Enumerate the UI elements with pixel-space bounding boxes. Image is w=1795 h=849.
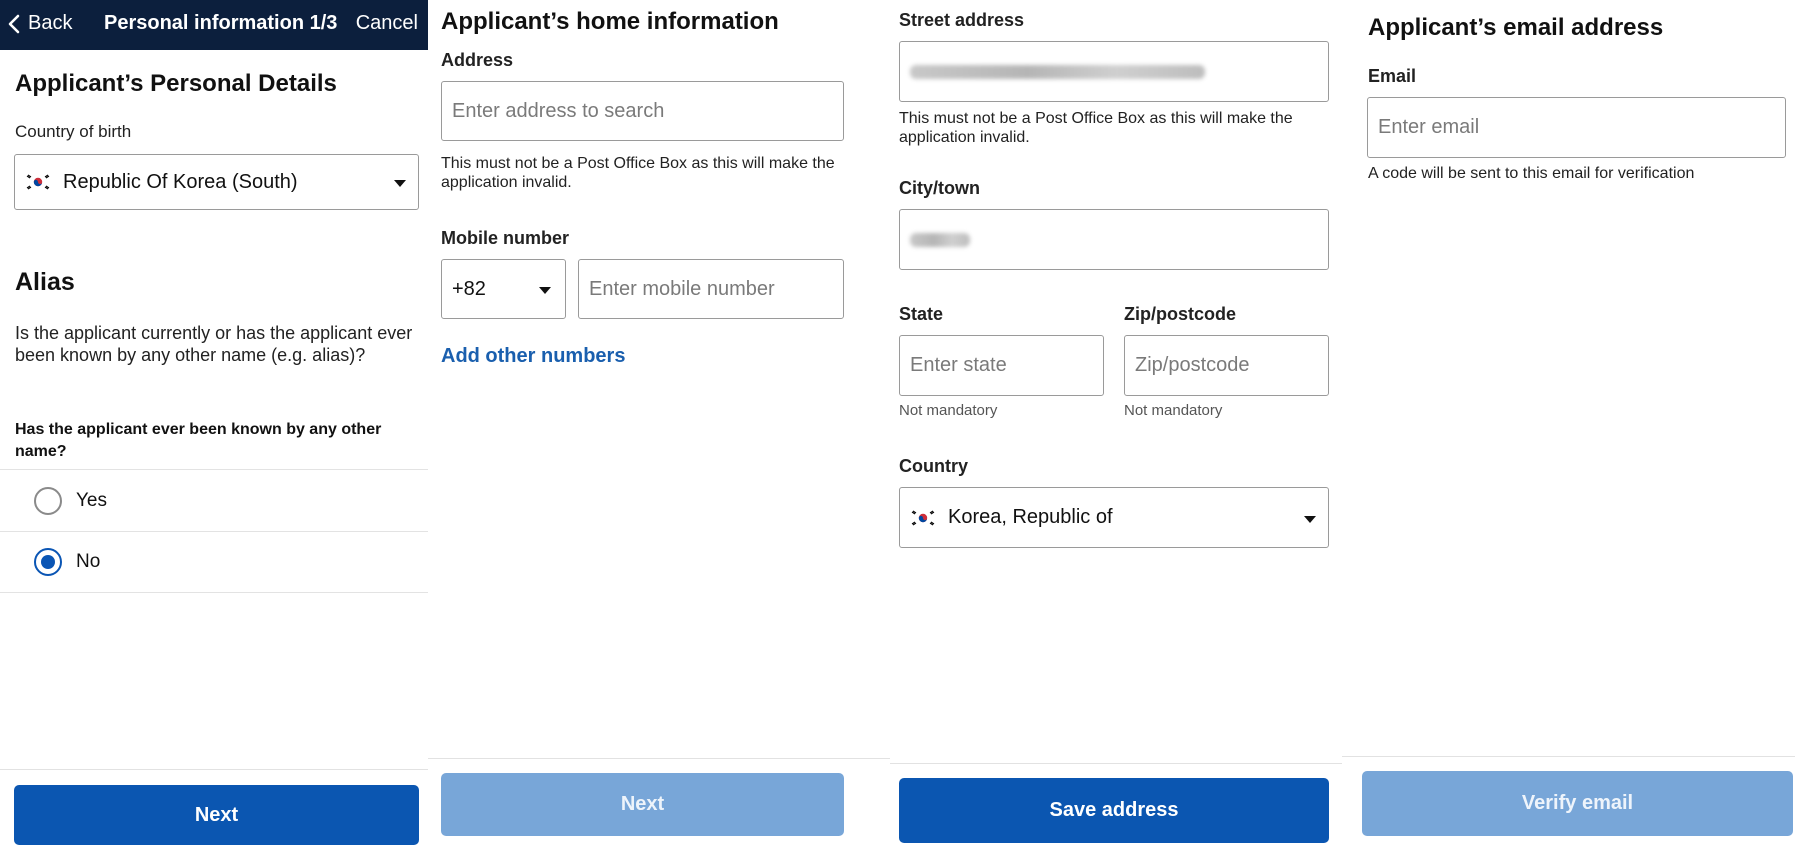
city-field[interactable] bbox=[899, 209, 1329, 270]
dropdown-caret-icon bbox=[394, 180, 406, 187]
footer-divider bbox=[428, 758, 890, 759]
state-input[interactable] bbox=[900, 336, 1103, 395]
back-label: Back bbox=[28, 12, 73, 34]
mobile-number-field[interactable] bbox=[578, 259, 844, 319]
dropdown-caret-icon bbox=[1304, 515, 1316, 523]
address-label: Address bbox=[441, 50, 514, 70]
save-address-button[interactable]: Save address bbox=[899, 778, 1329, 843]
redacted-city-text bbox=[910, 232, 970, 247]
dropdown-caret-icon bbox=[539, 287, 551, 294]
zip-input[interactable] bbox=[1125, 336, 1328, 395]
email-input[interactable] bbox=[1368, 98, 1785, 157]
email-field[interactable] bbox=[1367, 97, 1786, 158]
page-title: Applicant’s home information bbox=[441, 8, 779, 35]
page-title: Applicant’s email address bbox=[1368, 14, 1664, 41]
alias-heading: Alias bbox=[15, 268, 75, 296]
nav-bar: Back Personal information 1/3 Cancel bbox=[0, 0, 428, 50]
mobile-number-input[interactable] bbox=[579, 260, 843, 318]
state-note: Not mandatory bbox=[899, 402, 998, 419]
street-help-text: This must not be a Post Office Box as th… bbox=[899, 110, 1293, 146]
radio-option-yes[interactable]: Yes bbox=[0, 469, 428, 531]
country-value: Korea, Republic of bbox=[948, 506, 1113, 528]
verify-email-button[interactable]: Verify email bbox=[1362, 771, 1793, 836]
korea-flag-icon bbox=[910, 508, 936, 527]
radio-option-no[interactable]: No bbox=[0, 531, 428, 593]
city-label: City/town bbox=[899, 178, 980, 198]
radio-label-yes: Yes bbox=[76, 489, 107, 511]
radio-no[interactable] bbox=[34, 548, 62, 576]
next-button[interactable]: Next bbox=[441, 773, 844, 836]
country-select[interactable]: Korea, Republic of bbox=[899, 487, 1329, 548]
korea-flag-icon bbox=[25, 173, 51, 191]
next-button[interactable]: Next bbox=[14, 785, 419, 845]
country-of-birth-value: Republic Of Korea (South) bbox=[63, 170, 298, 193]
redacted-street-text bbox=[910, 64, 1205, 79]
address-search-input[interactable] bbox=[442, 82, 843, 140]
country-label: Country bbox=[899, 456, 968, 476]
country-code-value: +82 bbox=[452, 277, 486, 300]
alias-subquestion: Has the applicant ever been known by any… bbox=[15, 421, 382, 460]
home-information-screen: Applicant’s home information Address Thi… bbox=[428, 0, 890, 849]
footer-divider bbox=[1342, 756, 1795, 757]
country-of-birth-label: Country of birth bbox=[15, 122, 132, 141]
country-code-select[interactable]: +82 bbox=[441, 259, 566, 319]
back-button[interactable]: Back bbox=[8, 12, 72, 35]
zip-note: Not mandatory bbox=[1124, 402, 1223, 419]
email-address-screen: Applicant’s email address Email A code w… bbox=[1342, 0, 1795, 849]
email-label: Email bbox=[1368, 66, 1417, 86]
radio-yes[interactable] bbox=[34, 486, 62, 515]
footer-divider bbox=[0, 769, 428, 770]
nav-title: Personal information 1/3 bbox=[104, 12, 338, 34]
radio-label-no: No bbox=[76, 551, 101, 572]
street-address-label: Street address bbox=[899, 10, 1025, 30]
mobile-label: Mobile number bbox=[441, 228, 570, 248]
address-help-text: This must not be a Post Office Box as th… bbox=[441, 155, 835, 191]
country-of-birth-select[interactable]: Republic Of Korea (South) bbox=[14, 154, 419, 210]
email-help-text: A code will be sent to this email for ve… bbox=[1368, 165, 1695, 182]
page-title: Applicant’s Personal Details bbox=[15, 70, 337, 97]
personal-details-screen: Back Personal information 1/3 Cancel App… bbox=[0, 0, 428, 849]
footer-divider bbox=[890, 763, 1342, 764]
cancel-button[interactable]: Cancel bbox=[356, 12, 418, 35]
chevron-left-icon bbox=[8, 14, 20, 33]
zip-label: Zip/postcode bbox=[1124, 304, 1236, 324]
add-other-numbers-link[interactable]: Add other numbers bbox=[441, 345, 625, 368]
state-field[interactable] bbox=[899, 335, 1104, 396]
address-details-screen: Street address This must not be a Post O… bbox=[890, 0, 1342, 849]
address-search-field[interactable] bbox=[441, 81, 844, 141]
street-address-field[interactable] bbox=[899, 41, 1329, 102]
zip-field[interactable] bbox=[1124, 335, 1329, 396]
alias-question: Is the applicant currently or has the ap… bbox=[15, 323, 413, 365]
state-label: State bbox=[899, 304, 944, 324]
